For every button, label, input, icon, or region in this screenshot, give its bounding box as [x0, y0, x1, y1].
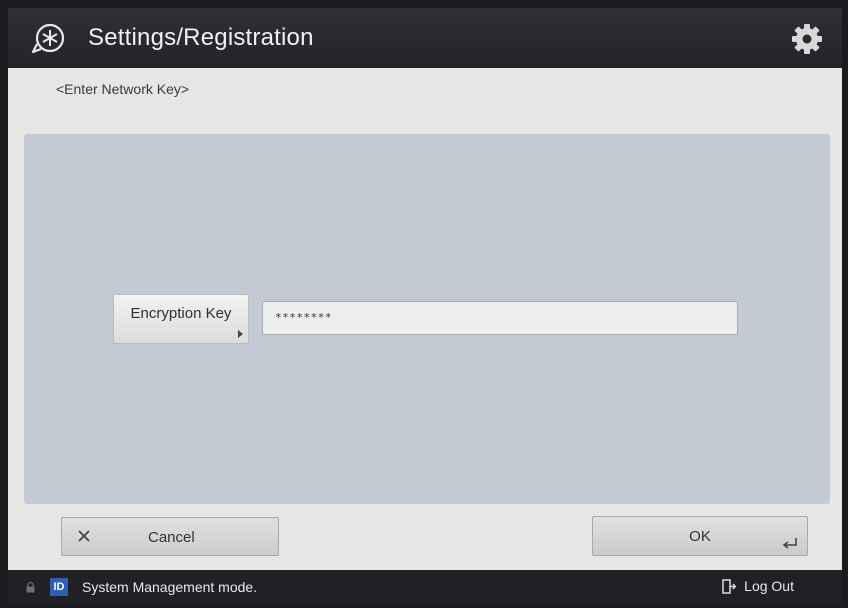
device-screen: Settings/Registration <Enter Network Key…	[8, 8, 842, 604]
encryption-key-label: Encryption Key	[130, 305, 232, 322]
logout-label: Log Out	[744, 578, 794, 594]
encryption-key-button[interactable]: Encryption Key	[113, 294, 249, 344]
lock-icon	[26, 582, 35, 593]
cancel-label: Cancel	[148, 529, 195, 546]
id-badge-icon: ID	[50, 578, 68, 596]
title-bar: Settings/Registration	[8, 8, 842, 68]
logout-button[interactable]: Log Out	[722, 575, 794, 597]
encryption-key-field[interactable]: ********	[262, 301, 738, 335]
logout-icon	[722, 578, 737, 594]
ok-button[interactable]: OK	[592, 516, 808, 556]
screen-subtitle: <Enter Network Key>	[56, 81, 190, 97]
status-bar: ID System Management mode. Log Out	[8, 570, 842, 604]
enter-icon	[782, 538, 797, 549]
gear-icon[interactable]	[790, 22, 824, 56]
page-title: Settings/Registration	[88, 24, 314, 51]
settings-registration-icon	[28, 16, 72, 60]
triangle-right-icon	[238, 330, 243, 338]
ok-label: OK	[689, 528, 711, 545]
mode-status-text: System Management mode.	[82, 579, 258, 595]
cancel-button[interactable]: Cancel	[61, 517, 279, 556]
close-icon	[78, 530, 90, 542]
